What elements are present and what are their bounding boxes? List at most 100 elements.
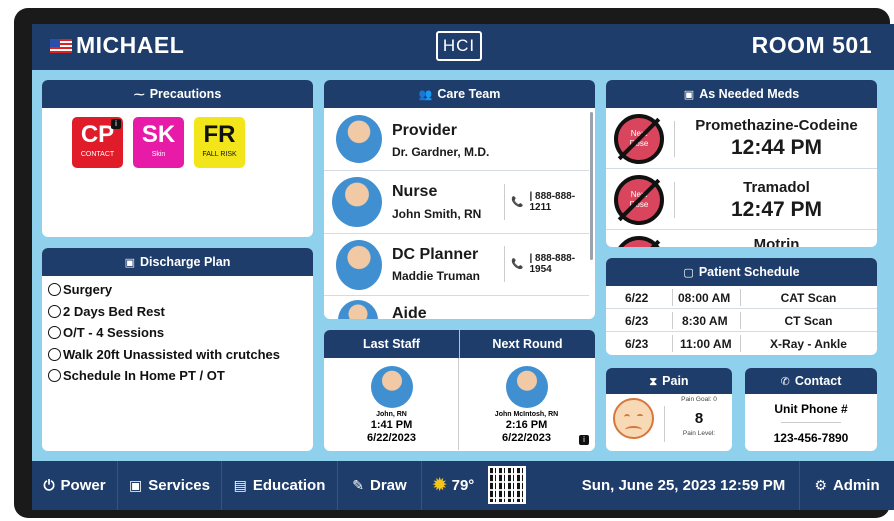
schedule-date: 6/23 (625, 337, 649, 351)
last-staff-date: 6/22/2023 (367, 432, 416, 444)
people-icon: 👥 (418, 89, 433, 101)
radio-icon[interactable] (48, 283, 61, 297)
education-button[interactable]: ▤ Education (222, 461, 338, 510)
power-button[interactable]: ⏻ Power (32, 461, 118, 510)
next-round-panel[interactable]: John McIntosh, RN 2:16 PM 6/22/2023 (459, 358, 594, 450)
last-staff-avatar (370, 366, 413, 408)
discharge-header: ▣ Discharge Plan (42, 248, 313, 276)
care-team-row-dc-planner[interactable]: DC Planner Maddie Truman 📞 | 888-888-1954 (324, 234, 589, 296)
care-team-row-nurse[interactable]: Nurse John Smith, RN 📞 | 888-888-1211 (324, 171, 589, 234)
pain-header: ⧗ Pain (606, 368, 732, 394)
no-dose-text: Next Dose (629, 190, 649, 209)
rounds-card: Last Staff Next Round John, RN 1:41 PM 6… (324, 330, 595, 451)
next-round-date: 6/22/2023 (502, 432, 551, 444)
precaution-badge-contact[interactable]: CP CONTACT i (72, 117, 123, 168)
contact-divider (781, 422, 841, 423)
pill-bottle-icon: ▣ (683, 89, 695, 101)
discharge-item[interactable]: Surgery (48, 279, 313, 301)
med-name: Promethazine-Codeine (695, 117, 858, 134)
pain-card[interactable]: ⧗ Pain Pain Goal: 0 8 Pain Level: (606, 368, 732, 451)
last-staff-name: John, RN (376, 411, 407, 418)
precautions-header: ⁓ Precautions (42, 80, 313, 108)
nurse-phone[interactable]: 📞 | 888-888-1211 (504, 184, 589, 220)
schedule-title: Patient Schedule (698, 265, 800, 279)
med-row[interactable]: Motrin (606, 230, 877, 247)
nurse-avatar (332, 177, 382, 227)
precaution-code: FR (203, 121, 236, 148)
discharge-plan-card: ▣ Discharge Plan Surgery 2 Days Bed Rest … (42, 248, 313, 451)
services-label: Services (148, 477, 210, 494)
discharge-item[interactable]: O/T - 4 Sessions (48, 322, 313, 344)
power-icon: ⏻ (43, 477, 55, 493)
no-dose-text: Next Dose (629, 129, 649, 148)
med-row[interactable]: Next Dose Promethazine-Codeine 12:44 PM (606, 108, 877, 169)
med-separator (674, 121, 675, 157)
bottom-bar: ⏻ Power ▣ Services ▤ Education ✎ Draw ✹ 79° S… (32, 461, 894, 510)
precaution-badge-skin[interactable]: SK Skin (133, 117, 184, 168)
med-row[interactable]: Next Dose Tramadol 12:47 PM (606, 169, 877, 230)
team-role: DC Planner (392, 246, 479, 263)
precautions-title: Precautions (149, 87, 222, 101)
services-button[interactable]: ▣ Services (118, 461, 222, 510)
draw-label: Draw (370, 477, 407, 494)
precaution-code: SK (141, 121, 176, 148)
draw-button[interactable]: ✎ Draw (338, 461, 422, 510)
schedule-date: 6/23 (625, 314, 649, 328)
discharge-item[interactable]: Walk 20ft Unassisted with crutches (48, 344, 313, 366)
admin-label: Admin (832, 477, 880, 494)
precaution-badge-fall-risk[interactable]: FR FALL RISK (194, 117, 245, 168)
precaution-sub: FALL RISK (202, 151, 237, 158)
schedule-row[interactable]: 6/23 8:30 AM CT Scan (606, 309, 877, 332)
schedule-separator (672, 312, 673, 329)
clipboard-icon: ▣ (124, 257, 136, 269)
schedule-time: 8:30 AM (682, 314, 728, 328)
pulse-icon: ⁓ (133, 89, 145, 101)
patient-name-text: MICHAEL (76, 32, 185, 58)
no-dose-icon: Next Dose (614, 114, 664, 164)
pain-title: Pain (662, 374, 689, 388)
no-dose-icon: Next Dose (614, 175, 664, 225)
info-icon[interactable]: i (111, 119, 121, 129)
top-bar: MICHAEL HCI ROOM 501 (32, 24, 894, 70)
discharge-item-label: Surgery (63, 282, 113, 298)
team-person: Maddie Truman (392, 269, 481, 283)
pain-separator (664, 406, 665, 442)
discharge-item-label: Schedule In Home PT / OT (63, 368, 225, 384)
weather-widget: ✹ 79° (422, 461, 484, 510)
discharge-item[interactable]: Schedule In Home PT / OT (48, 365, 313, 387)
image-icon: ▣ (129, 477, 143, 493)
radio-icon[interactable] (48, 347, 61, 361)
contact-card[interactable]: ✆ Contact Unit Phone # 123-456-7890 (745, 368, 877, 451)
screen: MICHAEL HCI ROOM 501 ⁓ Precautions CP CON… (32, 24, 894, 510)
schedule-event: X-Ray - Ankle (770, 337, 847, 351)
discharge-item[interactable]: 2 Days Bed Rest (48, 301, 313, 323)
datetime: Sun, June 25, 2023 12:59 PM (568, 461, 800, 510)
last-staff-panel[interactable]: John, RN 1:41 PM 6/22/2023 (324, 358, 459, 450)
next-round-avatar (505, 366, 548, 408)
dc-planner-phone[interactable]: 📞 | 888-888-1954 (504, 246, 589, 282)
phone-number: | 888-888-1211 (529, 191, 576, 213)
schedule-row[interactable]: 6/22 08:00 AM CAT Scan (606, 286, 877, 309)
qr-code[interactable] (488, 466, 526, 504)
phone-icon: 📞 (511, 258, 524, 270)
hci-logo: HCI (436, 31, 482, 61)
schedule-row[interactable]: 6/23 11:00 AM X-Ray - Ankle (606, 332, 877, 355)
care-team-row-provider[interactable]: Provider Dr. Gardner, M.D. (324, 108, 589, 171)
med-name: Tramadol (743, 179, 810, 196)
precaution-sub: Skin (151, 151, 166, 158)
radio-icon[interactable] (48, 369, 61, 383)
radio-icon[interactable] (48, 304, 61, 318)
discharge-title: Discharge Plan (140, 255, 231, 269)
care-team-scrollbar[interactable] (590, 112, 593, 260)
info-icon[interactable]: i (579, 435, 589, 445)
no-dose-icon (614, 236, 664, 247)
radio-icon[interactable] (48, 326, 61, 340)
phone-icon: 📞 (511, 196, 524, 208)
phone-icon: ✆ (780, 376, 790, 388)
care-team-row-aide[interactable]: Aide (324, 296, 589, 319)
pain-value: 8 (694, 410, 704, 427)
admin-button[interactable]: ⚙ Admin (800, 461, 894, 510)
meds-header: ▣ As Needed Meds (606, 80, 877, 108)
datetime-text: Sun, June 25, 2023 12:59 PM (581, 477, 786, 494)
patient-schedule-card: ▢ Patient Schedule 6/22 08:00 AM CAT Scan… (606, 258, 877, 355)
